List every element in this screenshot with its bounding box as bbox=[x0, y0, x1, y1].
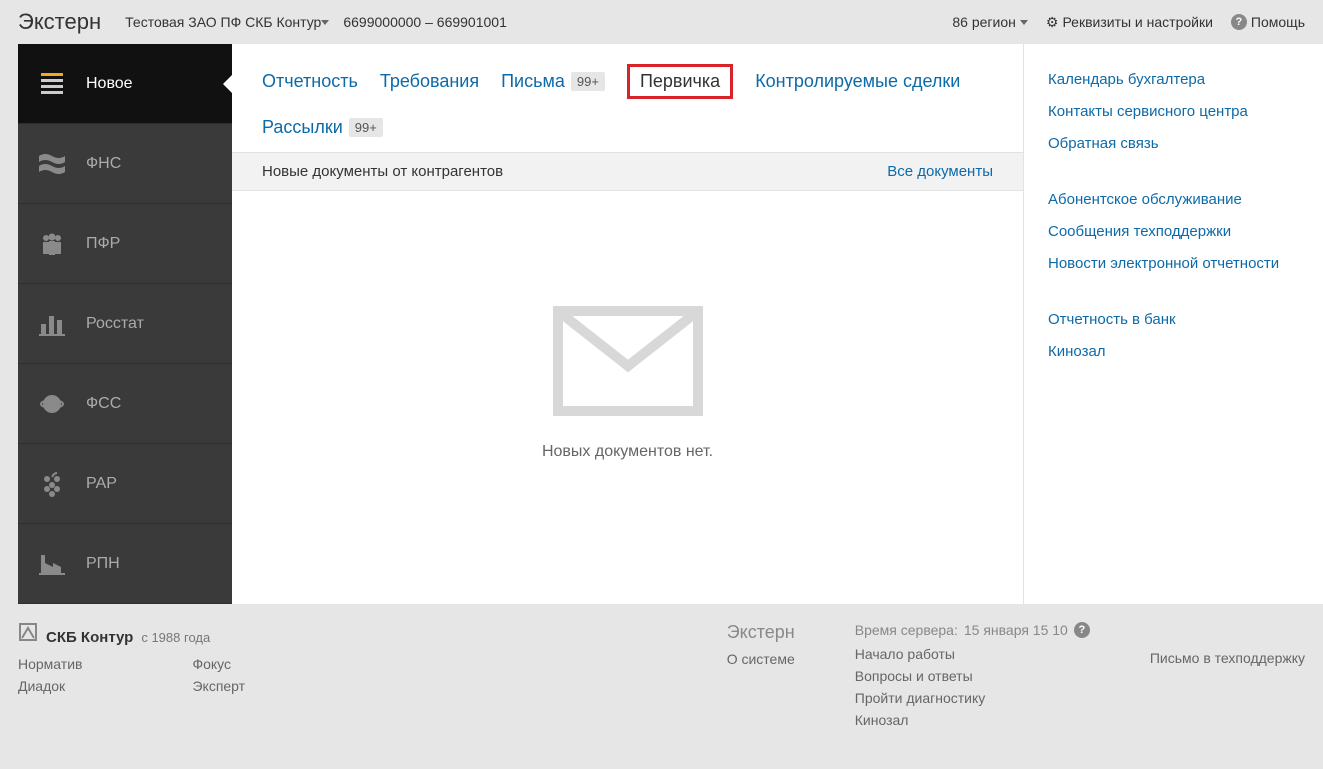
region-label: 86 регион bbox=[952, 14, 1015, 30]
sidebar: Новое ФНС ПФР Росстат ФСС bbox=[18, 44, 232, 604]
org-selector[interactable]: Тестовая ЗАО ПФ СКБ Контур bbox=[125, 14, 329, 30]
region-selector[interactable]: 86 регион bbox=[952, 14, 1027, 30]
help-label: Помощь bbox=[1251, 14, 1305, 30]
help-icon: ? bbox=[1231, 14, 1247, 30]
all-documents-link[interactable]: Все документы bbox=[887, 163, 993, 180]
sidebar-item-fns[interactable]: ФНС bbox=[18, 124, 232, 204]
empty-state: Новых документов нет. bbox=[232, 191, 1023, 604]
tab-mailings[interactable]: Рассылки 99+ bbox=[262, 117, 383, 138]
subheader-title: Новые документы от контрагентов bbox=[262, 163, 503, 180]
subheader: Новые документы от контрагентов Все доку… bbox=[232, 152, 1023, 191]
sidebar-item-fss[interactable]: ФСС bbox=[18, 364, 232, 444]
inn-kpp: 6699000000 – 669901001 bbox=[343, 14, 507, 30]
envelope-icon bbox=[548, 301, 708, 421]
help-link[interactable]: ? Помощь bbox=[1231, 14, 1305, 30]
footer-link[interactable]: Кинозал bbox=[855, 712, 1090, 728]
rightlink[interactable]: Отчетность в банк bbox=[1048, 308, 1299, 332]
rightlink[interactable]: Абонентское обслуживание bbox=[1048, 188, 1299, 212]
tab-controlled[interactable]: Контролируемые сделки bbox=[755, 71, 960, 92]
company-logo-icon bbox=[18, 622, 38, 645]
server-time: Время сервера: 15 января 15 10 ? bbox=[855, 622, 1090, 638]
chart-icon bbox=[38, 310, 66, 338]
footer-link[interactable]: Вопросы и ответы bbox=[855, 668, 1090, 684]
main-content: Отчетность Требования Письма 99+ Первичк… bbox=[232, 44, 1023, 604]
org-name: Тестовая ЗАО ПФ СКБ Контур bbox=[125, 14, 321, 30]
sidebar-item-label: ПФР bbox=[86, 235, 120, 253]
sidebar-item-label: ФНС bbox=[86, 155, 121, 173]
app-logo: Экстерн bbox=[18, 9, 101, 35]
footer-link[interactable]: Норматив bbox=[18, 656, 82, 672]
topbar: Экстерн Тестовая ЗАО ПФ СКБ Контур 66990… bbox=[0, 0, 1323, 44]
footer-since: с 1988 года bbox=[141, 630, 210, 645]
settings-link[interactable]: ⚙ Реквизиты и настройки bbox=[1046, 14, 1213, 31]
tab-label: Письма bbox=[501, 71, 565, 92]
badge: 99+ bbox=[571, 72, 605, 91]
footer-link[interactable]: Фокус bbox=[192, 656, 245, 672]
sidebar-item-label: ФСС bbox=[86, 395, 121, 413]
right-column: Календарь бухгалтера Контакты сервисного… bbox=[1023, 44, 1323, 604]
new-icon bbox=[38, 70, 66, 98]
help-icon[interactable]: ? bbox=[1074, 622, 1090, 638]
footer-link[interactable]: Начало работы bbox=[855, 646, 1090, 662]
footer-link[interactable]: Эксперт bbox=[192, 678, 245, 694]
factory-icon bbox=[38, 550, 66, 578]
settings-label: Реквизиты и настройки bbox=[1062, 14, 1212, 30]
sidebar-item-label: Новое bbox=[86, 75, 133, 93]
sidebar-item-pfr[interactable]: ПФР bbox=[18, 204, 232, 284]
footer-link[interactable]: Диадок bbox=[18, 678, 82, 694]
tab-primary[interactable]: Первичка bbox=[627, 64, 733, 99]
footer-extern: Экстерн bbox=[727, 622, 795, 643]
chevron-down-icon bbox=[1020, 20, 1028, 25]
support-link[interactable]: Письмо в техподдержку bbox=[1150, 650, 1305, 666]
gear-icon: ⚙ bbox=[1046, 14, 1059, 31]
rightlink[interactable]: Обратная связь bbox=[1048, 132, 1299, 156]
tab-label: Рассылки bbox=[262, 117, 343, 138]
tab-letters[interactable]: Письма 99+ bbox=[501, 71, 605, 92]
empty-text: Новых документов нет. bbox=[542, 443, 713, 461]
badge: 99+ bbox=[349, 118, 383, 137]
grapes-icon bbox=[38, 470, 66, 498]
sidebar-item-rpn[interactable]: РПН bbox=[18, 524, 232, 604]
rightlink[interactable]: Кинозал bbox=[1048, 340, 1299, 364]
rightlink[interactable]: Сообщения техподдержки bbox=[1048, 220, 1299, 244]
rightlink[interactable]: Контакты сервисного центра bbox=[1048, 100, 1299, 124]
rightlink[interactable]: Новости электронной отчетности bbox=[1048, 252, 1299, 276]
sidebar-item-label: Росстат bbox=[86, 315, 144, 333]
tabs: Отчетность Требования Письма 99+ Первичк… bbox=[232, 44, 1023, 152]
sidebar-item-rar[interactable]: РАР bbox=[18, 444, 232, 524]
flag-icon bbox=[38, 150, 66, 178]
footer-link[interactable]: Пройти диагностику bbox=[855, 690, 1090, 706]
sidebar-item-new[interactable]: Новое bbox=[18, 44, 232, 124]
globe-icon bbox=[38, 390, 66, 418]
sidebar-item-label: РАР bbox=[86, 475, 117, 493]
sidebar-item-rosstat[interactable]: Росстат bbox=[18, 284, 232, 364]
rightlink[interactable]: Календарь бухгалтера bbox=[1048, 68, 1299, 92]
about-link[interactable]: О системе bbox=[727, 651, 795, 667]
footer: СКБ Контур с 1988 года Норматив Диадок Ф… bbox=[0, 604, 1323, 756]
chevron-down-icon bbox=[321, 20, 329, 25]
footer-brand: СКБ Контур bbox=[46, 629, 133, 646]
tab-reporting[interactable]: Отчетность bbox=[262, 71, 358, 92]
sidebar-item-label: РПН bbox=[86, 555, 120, 573]
people-icon bbox=[38, 230, 66, 258]
tab-requests[interactable]: Требования bbox=[380, 71, 479, 92]
